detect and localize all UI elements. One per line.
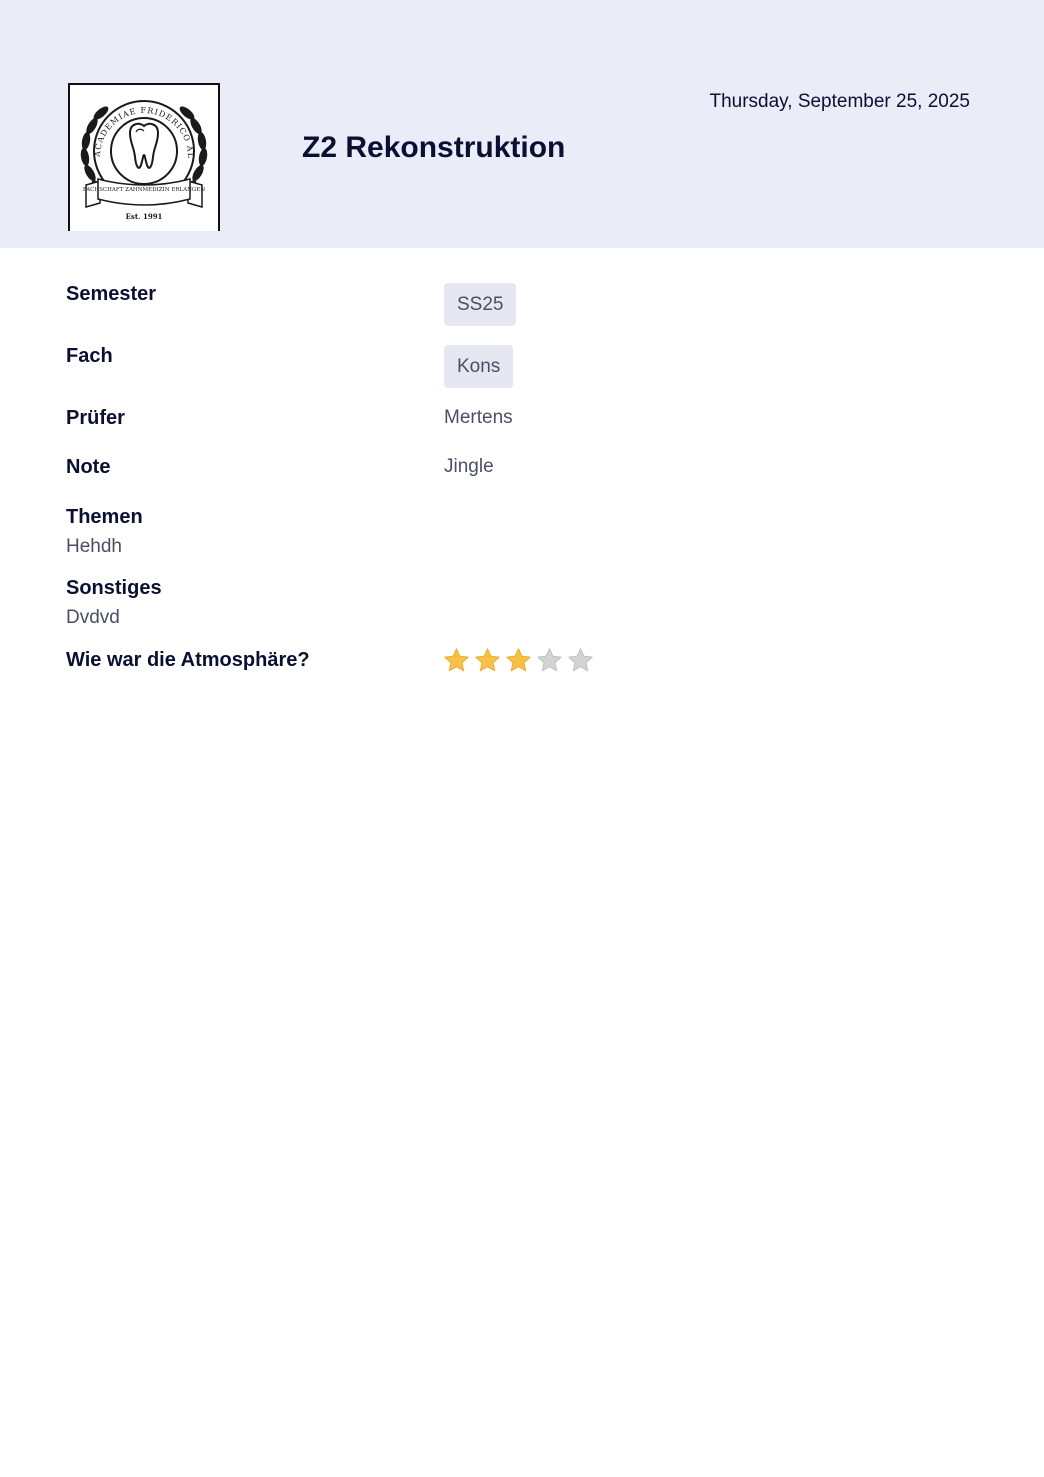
- note-value: Jingle: [444, 456, 494, 477]
- logo-banner-text: FACHSCHAFT ZAHNMEDIZIN ERLANGEN: [83, 187, 205, 193]
- report-date: Thursday, September 25, 2025: [709, 91, 970, 112]
- fach-label: Fach: [66, 345, 113, 367]
- pruefer-label: Prüfer: [66, 407, 125, 429]
- themen-value: Hehdh: [66, 536, 122, 557]
- report-header: ACADEMIAE FRIDERICO ALEXANDRINAE FACHSCH…: [0, 0, 1044, 248]
- fach-chip: Kons: [444, 345, 514, 388]
- pruefer-value: Mertens: [444, 407, 513, 428]
- page-title: Z2 Rekonstruktion: [302, 131, 566, 164]
- tooth-seal-logo: ACADEMIAE FRIDERICO ALEXANDRINAE FACHSCH…: [68, 83, 220, 231]
- star-empty-icon: [537, 648, 562, 672]
- note-label: Note: [66, 456, 111, 478]
- logo-est-text: Est. 1991: [126, 212, 163, 221]
- tooth-seal-icon: ACADEMIAE FRIDERICO ALEXANDRINAE FACHSCH…: [70, 85, 208, 221]
- star-rating: [443, 647, 594, 674]
- sonstiges-value: Dvdvd: [66, 607, 120, 628]
- star-filled-icon: [506, 648, 531, 672]
- semester-label: Semester: [66, 283, 157, 305]
- atmosphaere-label: Wie war die Atmosphäre?: [66, 649, 310, 671]
- star-empty-icon: [568, 648, 593, 672]
- star-filled-icon: [475, 648, 500, 672]
- star-filled-icon: [444, 648, 469, 672]
- sonstiges-label: Sonstiges: [66, 577, 162, 599]
- semester-chip: SS25: [444, 283, 517, 326]
- themen-label: Themen: [66, 506, 143, 528]
- report-page: ACADEMIAE FRIDERICO ALEXANDRINAE FACHSCH…: [0, 0, 1044, 1477]
